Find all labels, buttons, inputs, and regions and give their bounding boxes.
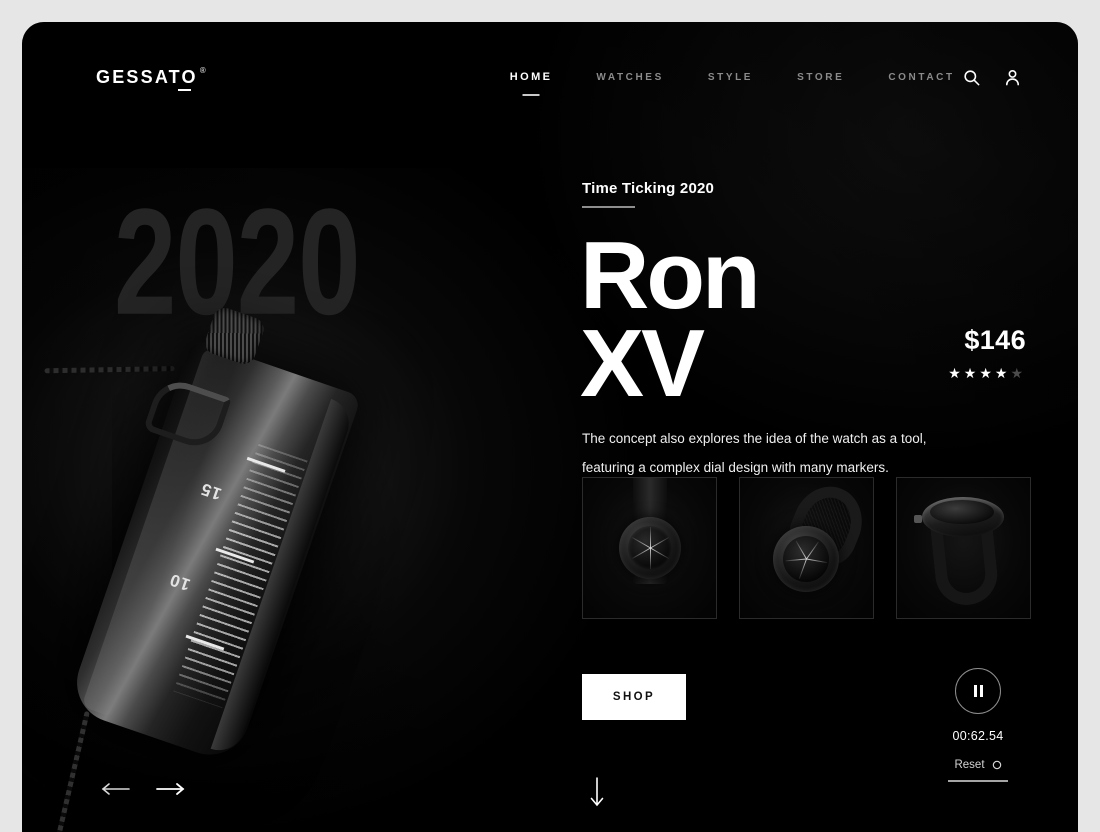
product-description-line-1: The concept also explores the idea of th… [582,431,927,446]
stopwatch-major-tick [215,547,255,564]
reset-underline [948,780,1008,782]
nav-item-home[interactable]: HOME [509,71,553,96]
stopwatch-edge [210,398,356,758]
hero-card: 2020 15 10 GESSATO ® HOME WATCHES STYLE … [22,22,1078,832]
year-watermark: 2020 [114,178,361,347]
stopwatch-scale-label-15: 15 [197,478,224,504]
registered-trademark-icon: ® [199,66,206,75]
dial-spoke [631,547,651,559]
watch-front-graphic [600,478,700,608]
watch-crown [913,515,922,523]
stopwatch-body [66,338,362,766]
site-header: GESSATO ® HOME WATCHES STYLE STORE CONTA… [22,22,1078,132]
dial-spoke [649,537,669,549]
collection-eyebrow: Time Ticking 2020 [582,180,714,208]
star-icon-filled: ★ [994,365,1011,381]
star-icon-filled: ★ [963,365,980,381]
header-actions [962,68,1022,87]
dial-spoke [795,540,807,560]
stopwatch-major-tick [246,456,286,473]
player-timer: 00:62.54 [952,729,1004,743]
watch-dial [782,536,829,582]
thumbnail-watch-front-view[interactable] [582,477,717,619]
watch-angled-graphic [741,478,873,614]
rating-stars[interactable]: ★★★★★ [948,365,1026,382]
dial-spoke [798,558,807,579]
brand-logo-text: GESSATO [96,67,198,87]
nav-item-watches[interactable]: WATCHES [596,72,663,83]
nav-item-home-label: HOME [509,71,553,83]
price-and-rating: $146 ★★★★★ [948,325,1026,382]
star-icon-filled: ★ [948,365,964,381]
dial-spoke [649,547,669,559]
watch-dial [929,500,994,524]
stopwatch-chain-upper [44,366,175,374]
main-navigation: HOME WATCHES STYLE STORE CONTACT [509,71,955,96]
pause-icon [973,685,983,697]
nav-item-style[interactable]: STYLE [708,72,753,83]
watch-dial [627,526,672,570]
reset-refresh-icon [992,760,1001,770]
dial-spoke [649,527,651,548]
nav-item-contact[interactable]: CONTACT [888,72,954,83]
shop-button[interactable]: SHOP [582,674,686,720]
star-icon-filled: ★ [979,365,995,381]
user-account-icon[interactable] [1003,68,1022,87]
brand-logo[interactable]: GESSATO ® [96,67,206,91]
nav-active-underline [522,94,540,96]
pause-button[interactable] [955,668,1001,714]
thumbnail-watch-angled-view[interactable] [739,477,874,619]
stopwatch-illustration: 15 10 [22,304,395,832]
stopwatch-major-tick [185,634,225,651]
thumbnail-watch-side-view[interactable] [896,477,1031,619]
product-title-line-2: XV [580,310,705,418]
product-image: 15 10 [22,22,582,832]
stopwatch-bow-loop [142,374,232,454]
eyebrow-rule [582,206,635,208]
dial-spoke [631,537,651,549]
stopwatch-highlight [81,347,238,718]
stopwatch-scale [173,443,308,709]
slider-navigation [100,782,186,796]
thumbnail-gallery [582,477,1031,619]
stopwatch-chain-lower [22,710,90,832]
media-player-controls: 00:62.54 Reset [930,668,1026,782]
scroll-down-icon[interactable] [580,774,614,810]
dial-spoke [649,548,651,569]
product-description: The concept also explores the idea of th… [582,425,954,482]
logo-underline [177,89,191,91]
nav-item-store[interactable]: STORE [797,72,844,83]
product-detail-panel: Time Ticking 2020 Ron XV $146 ★★★★★ The … [560,22,1078,832]
reset-button[interactable]: Reset [954,759,1001,771]
dial-spoke [805,558,827,564]
watch-side-graphic [900,485,1028,611]
collection-eyebrow-label: Time Ticking 2020 [582,180,715,197]
product-title: Ron XV [580,228,761,418]
product-shadow [112,352,412,772]
reset-button-label: Reset [954,759,985,771]
star-icon-empty: ★ [1010,365,1026,381]
previous-slide-arrow-icon[interactable] [100,782,130,796]
stopwatch-scale-label-10: 10 [166,569,193,595]
dial-spoke [785,558,807,562]
product-price: $146 [964,325,1026,355]
search-icon[interactable] [962,68,981,87]
next-slide-arrow-icon[interactable] [156,782,186,796]
dial-spoke [805,541,819,560]
